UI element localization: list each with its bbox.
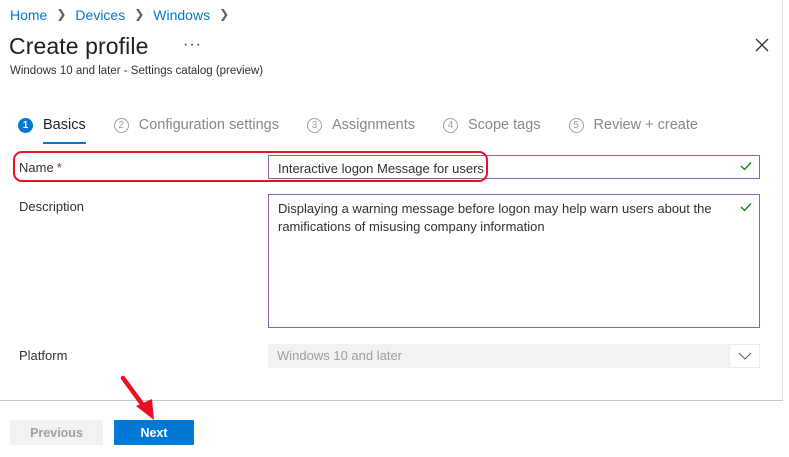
more-options-button[interactable]: ···	[183, 36, 202, 54]
breadcrumb: Home ❯ Devices ❯ Windows ❯	[10, 7, 238, 23]
step-number: 4	[442, 117, 458, 133]
breadcrumb-devices[interactable]: Devices	[75, 7, 125, 23]
platform-value: Windows 10 and later	[277, 348, 403, 363]
name-input-value: Interactive logon Message for users	[278, 161, 484, 176]
checkmark-icon	[740, 203, 752, 212]
name-label: Name *	[19, 160, 62, 175]
step-number: 1	[18, 117, 33, 133]
step-label: Configuration settings	[138, 117, 279, 133]
step-number: 3	[306, 117, 322, 133]
step-label: Review + create	[593, 117, 698, 133]
required-marker: *	[56, 160, 62, 175]
breadcrumb-home[interactable]: Home	[10, 7, 47, 23]
page-subtitle: Windows 10 and later - Settings catalog …	[10, 65, 264, 77]
chevron-right-icon: ❯	[219, 7, 230, 21]
close-icon[interactable]	[753, 36, 771, 54]
description-value: Displaying a warning message before logo…	[278, 201, 712, 234]
tab-review-create[interactable]: 5 Review + create	[568, 117, 698, 133]
next-button[interactable]: Next	[114, 420, 194, 445]
platform-select: Windows 10 and later	[268, 344, 760, 368]
step-label: Assignments	[331, 117, 415, 133]
red-arrow-annotation	[120, 375, 154, 420]
step-number: 5	[568, 117, 584, 133]
step-number: 2	[113, 117, 129, 133]
tab-scope-tags[interactable]: 4 Scope tags	[442, 117, 541, 133]
panel-edge	[782, 0, 783, 401]
tab-configuration-settings[interactable]: 2 Configuration settings	[113, 117, 279, 133]
platform-label: Platform	[19, 348, 68, 363]
step-label: Basics	[43, 117, 86, 144]
description-label: Description	[19, 199, 85, 214]
breadcrumb-windows[interactable]: Windows	[153, 7, 210, 23]
chevron-right-icon: ❯	[56, 7, 67, 21]
wizard-steps: 1 Basics 2 Configuration settings 3 Assi…	[18, 117, 726, 144]
description-textarea[interactable]: Displaying a warning message before logo…	[268, 194, 760, 328]
chevron-right-icon: ❯	[134, 7, 145, 21]
step-label: Scope tags	[467, 117, 541, 133]
name-label-text: Name	[19, 160, 54, 175]
page-title: Create profile	[9, 33, 149, 59]
previous-button: Previous	[10, 420, 103, 445]
name-input[interactable]: Interactive logon Message for users	[268, 155, 760, 179]
tab-assignments[interactable]: 3 Assignments	[306, 117, 415, 133]
checkmark-icon	[740, 162, 752, 171]
chevron-down-icon	[729, 344, 760, 368]
tab-basics[interactable]: 1 Basics	[18, 117, 86, 144]
